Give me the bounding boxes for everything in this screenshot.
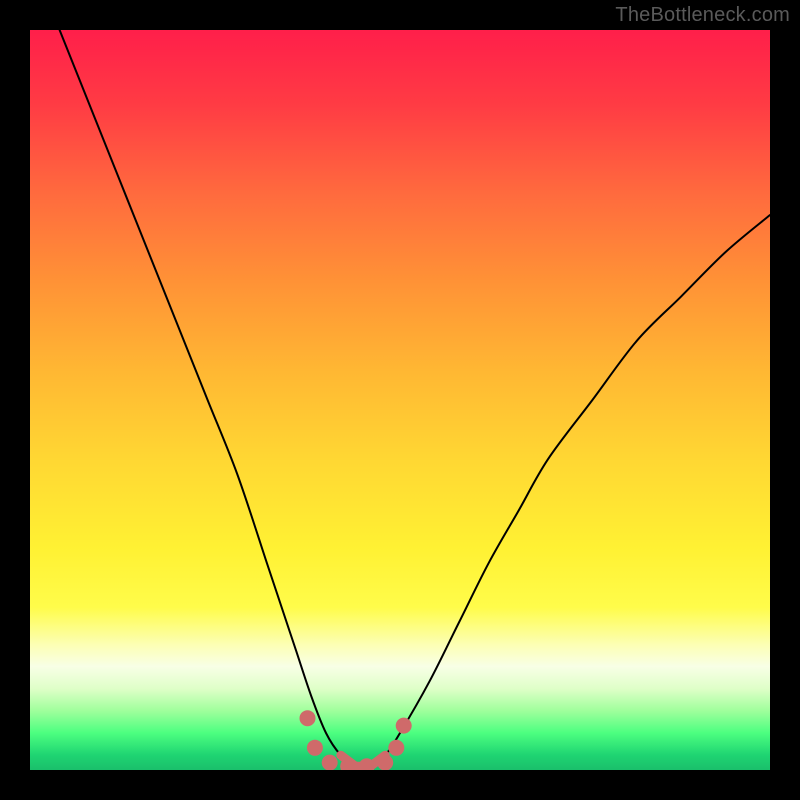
plot-area xyxy=(30,30,770,770)
bottleneck-curve xyxy=(60,30,770,768)
bottom-dot xyxy=(388,740,404,756)
bottom-dot xyxy=(307,740,323,756)
bottom-dot xyxy=(377,755,393,770)
watermark-label: TheBottleneck.com xyxy=(615,4,790,27)
bottom-dot xyxy=(396,718,412,734)
curve-layer xyxy=(30,30,770,770)
chart-frame: TheBottleneck.com xyxy=(0,0,800,800)
bottom-dot xyxy=(322,755,338,770)
bottom-dot xyxy=(300,710,316,726)
